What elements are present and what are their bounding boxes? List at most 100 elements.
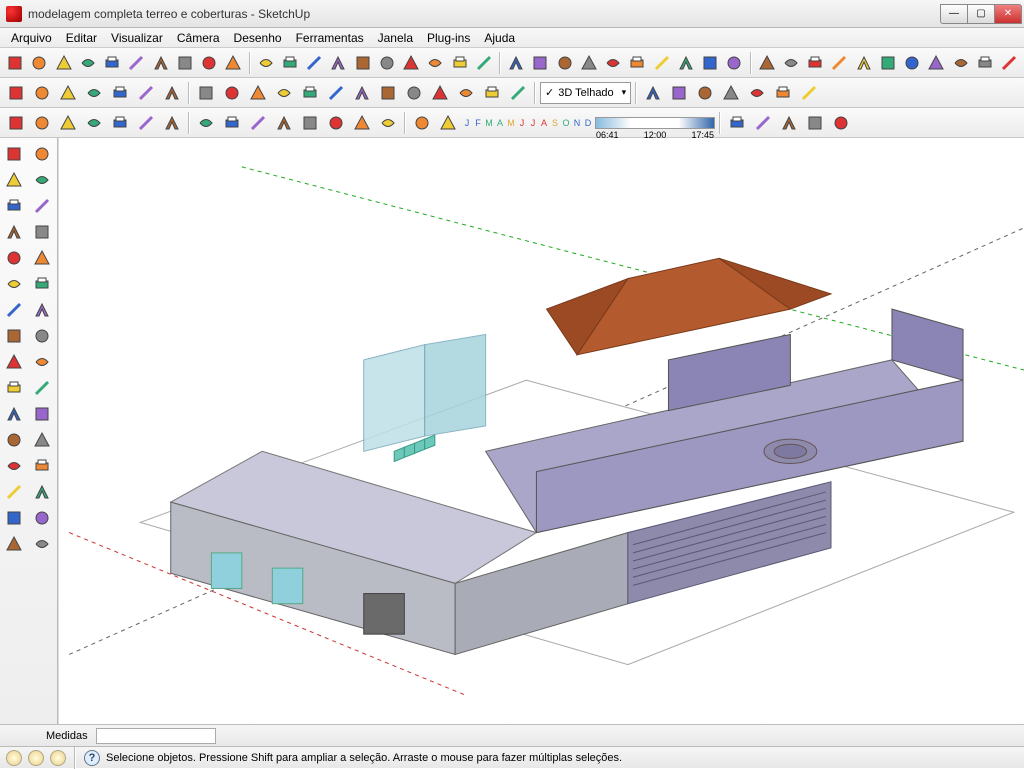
roof-surface-icon[interactable] [853,51,875,75]
minimize-button[interactable]: — [940,4,968,24]
outliner-icon[interactable] [108,81,132,105]
profile-icon[interactable] [675,51,697,75]
freehand-icon[interactable] [28,51,50,75]
circle-icon[interactable] [77,51,99,75]
help-hint-icon[interactable]: ? [84,750,100,766]
solid-subtract-icon[interactable] [324,81,348,105]
scale-icon[interactable] [2,324,26,348]
orbit-icon[interactable] [2,428,26,452]
menu-ferramentas[interactable]: Ferramentas [289,31,371,45]
menu-editar[interactable]: Editar [59,31,104,45]
sun-study-icon[interactable] [4,111,28,135]
line-tool-icon[interactable] [4,51,26,75]
dim-angle-icon[interactable] [424,51,446,75]
slab-icon[interactable] [901,51,923,75]
measurements-input[interactable] [96,728,216,744]
stair-icon[interactable] [756,51,778,75]
box-shadow-icon[interactable] [272,81,296,105]
ball-yellow-icon[interactable] [777,111,801,135]
mat-tile-icon[interactable] [220,111,244,135]
window-icon[interactable] [626,51,648,75]
rotate-icon[interactable] [2,298,26,322]
pencil-red-icon[interactable] [30,194,54,218]
maximize-button[interactable]: ▢ [967,4,995,24]
line-draw-icon[interactable] [2,168,26,192]
menu-desenho[interactable]: Desenho [227,31,289,45]
eraser-icon[interactable] [30,142,54,166]
info-model-icon[interactable] [641,81,665,105]
mat-brick-icon[interactable] [350,111,374,135]
box-solid-icon[interactable] [194,81,218,105]
column-icon[interactable] [780,51,802,75]
star-icon[interactable] [160,111,184,135]
roof-icon[interactable] [828,51,850,75]
wall-corner-icon[interactable] [578,51,600,75]
move-3d-icon[interactable] [327,51,349,75]
rotate-3d-icon[interactable] [352,51,374,75]
mat-wood-icon[interactable] [194,111,218,135]
ball-red-icon[interactable] [829,111,853,135]
position-cam-icon[interactable] [2,506,26,530]
render-quick-icon[interactable] [410,111,434,135]
mat-stone-icon[interactable] [246,111,270,135]
menu-visualizar[interactable]: Visualizar [104,31,170,45]
dim-line-icon[interactable] [400,51,422,75]
disc-icon[interactable] [82,111,106,135]
solid-trim-icon[interactable] [376,81,400,105]
offset-icon[interactable] [30,324,54,348]
close-button[interactable]: ✕ [994,4,1022,24]
wall-split-icon[interactable] [554,51,576,75]
solid-intersect-icon[interactable] [350,81,374,105]
menu-ajuda[interactable]: Ajuda [477,31,522,45]
pushpull-side-icon[interactable] [30,272,54,296]
prev-view-icon[interactable] [2,480,26,504]
house-wire-icon[interactable] [667,81,691,105]
hint-bulb-2-icon[interactable] [28,750,44,766]
path-icon[interactable] [198,51,220,75]
roof-edge-icon[interactable] [877,51,899,75]
house-solid-icon[interactable] [745,81,769,105]
mat-metal-icon[interactable] [298,111,322,135]
text-label-icon[interactable] [30,376,54,400]
section-icon[interactable] [30,532,54,556]
model-canvas[interactable] [59,138,1024,724]
panel-icon[interactable] [699,51,721,75]
component-icon[interactable] [30,81,54,105]
menu-arquivo[interactable]: Arquivo [4,31,59,45]
walk-icon[interactable] [2,532,26,556]
mat-conc-icon[interactable] [376,111,400,135]
clipboard-icon[interactable] [803,111,827,135]
move-icon[interactable] [2,272,26,296]
texture-b-icon[interactable] [454,81,478,105]
dim-edge-icon[interactable] [449,51,471,75]
rect-rot-icon[interactable] [222,51,244,75]
look-around-icon[interactable] [30,506,54,530]
mat-grass-icon[interactable] [272,111,296,135]
pushpull-icon[interactable] [279,51,301,75]
pie-icon[interactable] [150,51,172,75]
followme-side-icon[interactable] [30,298,54,322]
texture-c-icon[interactable] [480,81,504,105]
house-door-icon[interactable] [693,81,717,105]
zoom-window-icon[interactable] [30,454,54,478]
mat-glass-icon[interactable] [324,111,348,135]
save-view-icon[interactable] [771,81,795,105]
box-front-icon[interactable] [246,81,270,105]
geo-locate-icon[interactable] [134,81,158,105]
box-outline-icon[interactable] [220,81,244,105]
follow-me-icon[interactable] [303,51,325,75]
next-view-icon[interactable] [30,480,54,504]
polygon-draw-icon[interactable] [2,246,26,270]
pan-icon[interactable] [30,428,54,452]
rectangle-icon[interactable] [53,51,75,75]
door-icon[interactable] [602,51,624,75]
ball-green-icon[interactable] [751,111,775,135]
protractor-icon[interactable] [30,350,54,374]
style-dropdown[interactable]: ✓3D Telhado [540,82,631,104]
arc-icon[interactable] [125,51,147,75]
cursor-icon[interactable] [2,142,26,166]
offset-path-icon[interactable] [255,51,277,75]
foundation-icon[interactable] [925,51,947,75]
house-win-icon[interactable] [719,81,743,105]
time-slider[interactable]: 06:4112:0017:45 [595,117,715,129]
